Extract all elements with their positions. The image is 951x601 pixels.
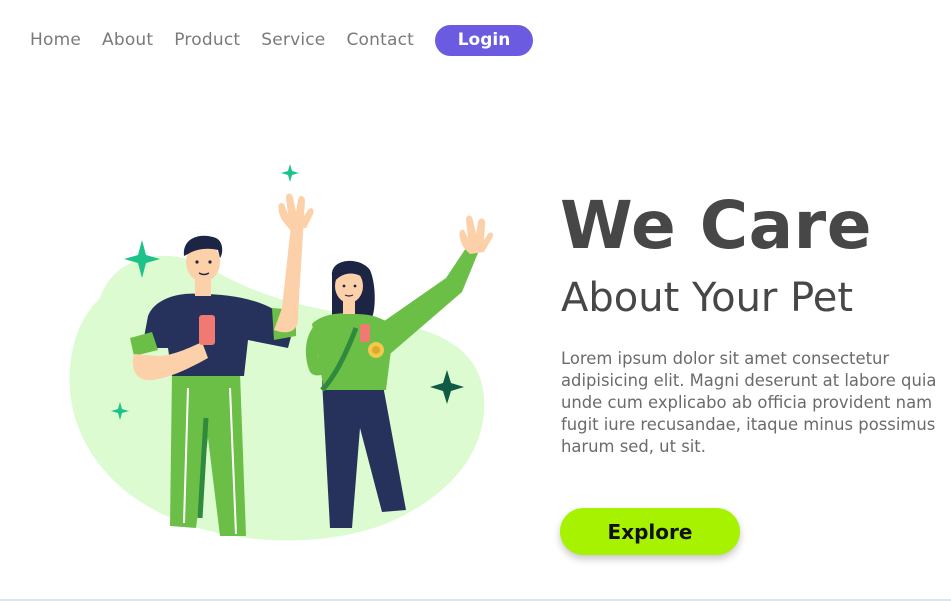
landing-page: Home About Product Service Contact Login [0,0,951,601]
sparkle-icon [281,164,299,182]
nav-contact-link[interactable]: Contact [346,30,414,50]
hero-subtitle: About Your Pet [561,275,854,321]
nav-product-link[interactable]: Product [174,30,240,50]
login-button[interactable]: Login [435,24,534,56]
top-nav: Home About Product Service Contact Login [30,24,534,56]
hero-title: We Care [560,187,872,264]
nav-about-link[interactable]: About [102,30,153,50]
nav-service-link[interactable]: Service [261,30,325,50]
nav-home-link[interactable]: Home [30,30,81,50]
explore-button[interactable]: Explore [560,508,740,555]
hero-description: Lorem ipsum dolor sit amet consectetur a… [561,349,937,456]
hero-illustration [60,158,500,548]
people-waving-illustration [69,164,494,541]
